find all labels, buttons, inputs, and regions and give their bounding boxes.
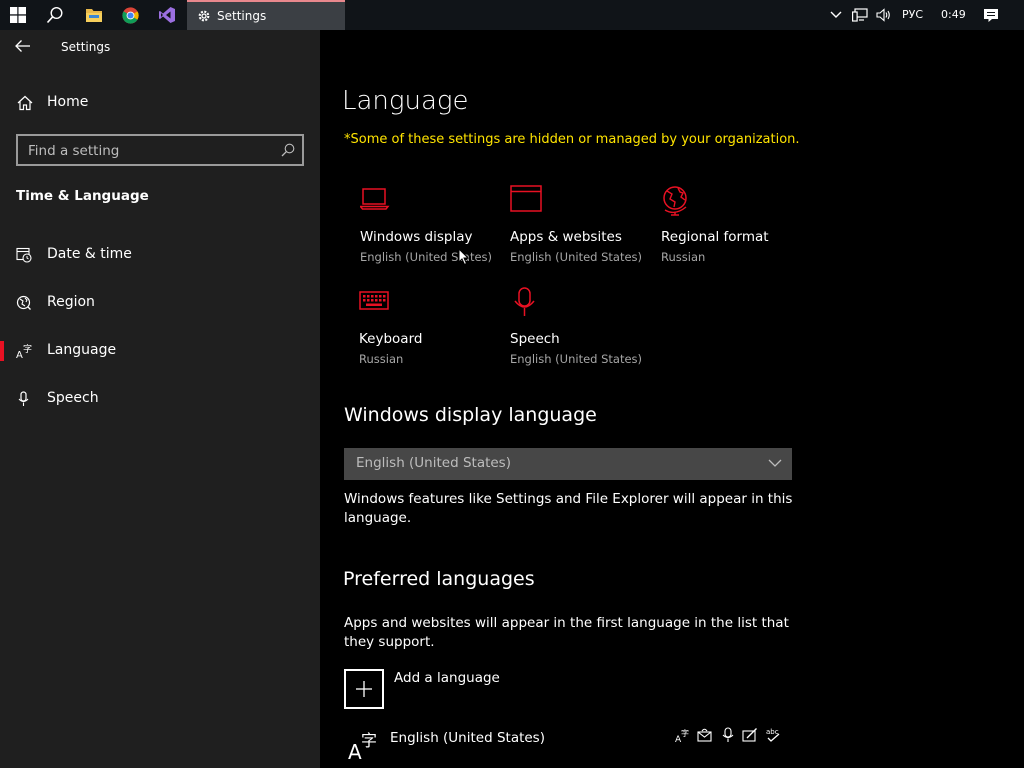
- plus-icon: [356, 681, 372, 697]
- selected-indicator: [0, 341, 4, 361]
- visual-studio-icon: [159, 7, 175, 23]
- language-icon: A 字: [348, 728, 380, 760]
- speaker-icon: [876, 8, 890, 22]
- text-to-speech-feature-icon: [697, 727, 713, 743]
- region-globe-icon: [16, 295, 32, 311]
- tile-windows-display[interactable]: Windows display English (United States): [360, 185, 510, 277]
- svg-text:字: 字: [23, 343, 32, 355]
- sidebar-item-label: Home: [47, 94, 89, 110]
- svg-text:A: A: [348, 740, 362, 760]
- language-name: English (United States): [390, 730, 545, 746]
- sidebar-section-heading: Time & Language: [16, 188, 149, 204]
- sidebar-item-region[interactable]: Region: [0, 283, 320, 323]
- microphone-icon: [16, 391, 32, 407]
- search-box[interactable]: [16, 134, 304, 166]
- search-button[interactable]: [41, 0, 69, 30]
- add-language-label[interactable]: Add a language: [394, 670, 500, 686]
- tile-name: Keyboard: [359, 331, 423, 347]
- page-title: Language: [342, 86, 469, 116]
- spell-check-feature-icon: abc: [765, 727, 781, 743]
- managed-settings-notice: *Some of these settings are hidden or ma…: [344, 132, 800, 147]
- chevron-up-icon: [830, 11, 842, 18]
- tile-name: Speech: [510, 331, 560, 347]
- sidebar-item-date-time[interactable]: Date & time: [0, 235, 320, 275]
- browser-window-icon: [510, 185, 542, 213]
- gear-icon: [198, 10, 210, 22]
- search-icon: [281, 143, 295, 157]
- svg-text:字: 字: [361, 731, 377, 750]
- mouse-cursor-icon: [458, 248, 470, 266]
- sidebar: Settings Home Time & Language: [0, 30, 320, 768]
- tile-value: Russian: [359, 352, 404, 366]
- tile-keyboard[interactable]: Keyboard Russian: [359, 287, 509, 379]
- microphone-icon: [510, 287, 542, 319]
- chrome-button[interactable]: [116, 0, 144, 30]
- back-arrow-icon: [15, 40, 30, 52]
- search-icon: [46, 6, 63, 24]
- tile-value: Russian: [661, 250, 706, 264]
- window-title: Settings: [61, 40, 111, 54]
- search-input[interactable]: [26, 141, 270, 161]
- globe-icon: [661, 185, 693, 217]
- windows-logo-icon: [10, 7, 26, 23]
- chrome-icon: [121, 6, 139, 24]
- visual-studio-button[interactable]: [153, 0, 181, 30]
- network-button[interactable]: [850, 0, 870, 30]
- svg-text:字: 字: [681, 728, 689, 738]
- sidebar-item-speech[interactable]: Speech: [0, 379, 320, 419]
- sidebar-item-label: Language: [47, 342, 117, 358]
- sidebar-item-label: Date & time: [47, 246, 132, 262]
- tile-name: Apps & websites: [510, 229, 622, 245]
- volume-button[interactable]: [874, 0, 894, 30]
- svg-text:A: A: [16, 350, 23, 359]
- laptop-icon: [360, 185, 392, 213]
- display-language-feature-icon: A 字: [675, 727, 691, 743]
- date-time-icon: [16, 247, 32, 263]
- tile-name: Windows display: [360, 229, 473, 245]
- preferred-languages-heading: Preferred languages: [343, 568, 535, 590]
- sidebar-item-label: Region: [47, 294, 95, 310]
- tile-speech[interactable]: Speech English (United States): [510, 287, 660, 379]
- taskbar-settings-app[interactable]: Settings: [187, 0, 345, 30]
- sidebar-item-home[interactable]: Home: [0, 83, 320, 123]
- show-hidden-icons-button[interactable]: [827, 0, 845, 30]
- taskbar-app-label: Settings: [217, 9, 267, 23]
- back-button[interactable]: [14, 38, 32, 54]
- display-language-heading: Windows display language: [344, 404, 597, 426]
- main-content: Language *Some of these settings are hid…: [320, 30, 1024, 768]
- sidebar-item-label: Speech: [47, 390, 99, 406]
- start-button[interactable]: [4, 0, 32, 30]
- preferred-languages-description: Apps and websites will appear in the fir…: [344, 615, 789, 650]
- input-language-indicator[interactable]: РУС: [902, 8, 923, 21]
- home-icon: [17, 95, 33, 111]
- handwriting-feature-icon: [742, 727, 758, 743]
- sidebar-item-language[interactable]: A 字 Language: [0, 331, 320, 371]
- svg-text:abc: abc: [766, 728, 779, 736]
- tile-apps-websites[interactable]: Apps & websites English (United States): [510, 185, 660, 277]
- file-explorer-button[interactable]: [80, 0, 108, 30]
- chevron-down-icon: [768, 458, 782, 468]
- network-icon: [852, 8, 868, 22]
- clock[interactable]: 0:49: [941, 8, 966, 21]
- tile-regional-format[interactable]: Regional format Russian: [661, 185, 811, 277]
- tile-name: Regional format: [661, 229, 769, 245]
- taskbar: Settings РУС 0:49: [0, 0, 1024, 30]
- display-language-description: Windows features like Settings and File …: [344, 491, 793, 526]
- display-language-selected: English (United States): [356, 455, 511, 471]
- tile-value: English (United States): [510, 250, 643, 264]
- tile-value: English (United States): [510, 352, 643, 366]
- folder-icon: [86, 9, 102, 22]
- add-language-button[interactable]: [344, 669, 384, 709]
- keyboard-icon: [359, 287, 391, 315]
- language-icon: A 字: [16, 343, 34, 359]
- display-language-dropdown[interactable]: English (United States): [344, 448, 792, 480]
- speech-recognition-feature-icon: [721, 727, 735, 743]
- tile-value: English (United States): [360, 250, 493, 264]
- action-center-button[interactable]: [980, 0, 1002, 30]
- notification-icon: [984, 8, 998, 22]
